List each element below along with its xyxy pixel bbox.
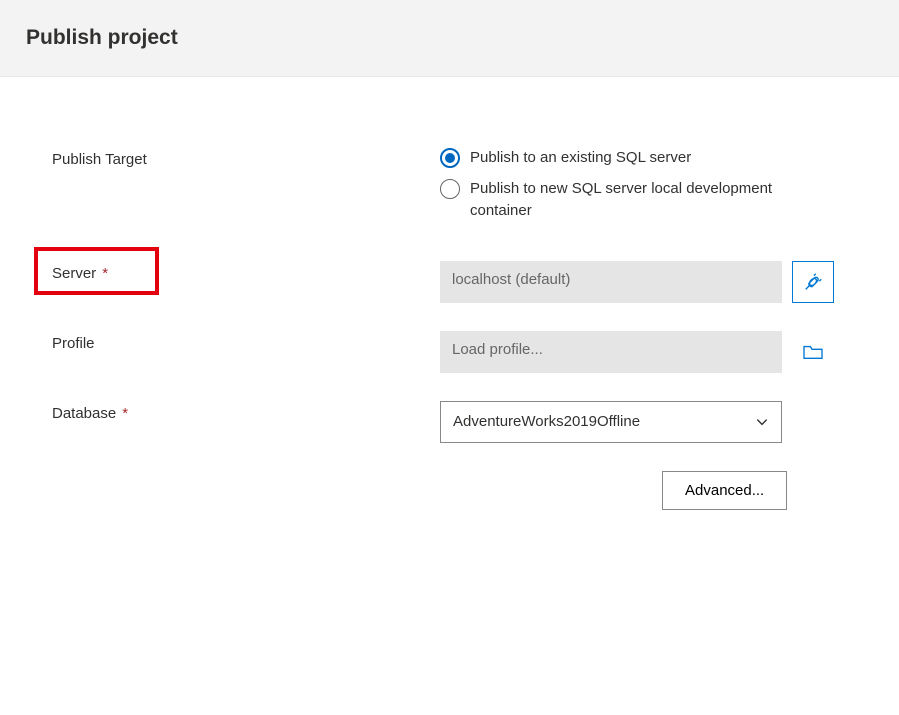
database-value: AdventureWorks2019Offline	[453, 413, 640, 430]
radio-checked-icon[interactable]	[440, 148, 460, 168]
actions-row: Advanced...	[52, 471, 859, 510]
publish-target-new-label: Publish to new SQL server local developm…	[470, 178, 790, 223]
database-label: Database	[52, 405, 116, 422]
publish-target-existing-option[interactable]: Publish to an existing SQL server	[440, 147, 790, 170]
plug-icon	[802, 271, 824, 293]
advanced-button[interactable]: Advanced...	[662, 471, 787, 510]
publish-target-label: Publish Target	[52, 147, 440, 168]
radio-unchecked-icon[interactable]	[440, 179, 460, 199]
profile-label: Profile	[52, 335, 95, 352]
server-label: Server	[52, 265, 96, 282]
browse-profile-button[interactable]	[792, 331, 834, 373]
profile-input[interactable]: Load profile...	[440, 331, 782, 373]
required-indicator: *	[102, 265, 108, 282]
database-select[interactable]: AdventureWorks2019Offline	[440, 401, 782, 443]
connect-server-button[interactable]	[792, 261, 834, 303]
dialog-title: Publish project	[26, 26, 873, 50]
dialog-content: Publish Target Publish to an existing SQ…	[0, 77, 899, 550]
dialog-header: Publish project	[0, 0, 899, 77]
required-indicator: *	[122, 405, 128, 422]
profile-row: Profile Load profile...	[52, 331, 859, 373]
chevron-down-icon	[755, 415, 769, 429]
publish-target-row: Publish Target Publish to an existing SQ…	[52, 147, 859, 223]
publish-target-new-option[interactable]: Publish to new SQL server local developm…	[440, 178, 790, 223]
publish-target-radio-group: Publish to an existing SQL server Publis…	[440, 147, 790, 223]
database-row: Database * AdventureWorks2019Offline	[52, 401, 859, 443]
publish-target-existing-label: Publish to an existing SQL server	[470, 147, 691, 170]
server-row: Server * localhost (default)	[52, 261, 859, 303]
folder-icon	[802, 343, 824, 361]
server-input[interactable]: localhost (default)	[440, 261, 782, 303]
server-label-container: Server *	[52, 261, 440, 282]
